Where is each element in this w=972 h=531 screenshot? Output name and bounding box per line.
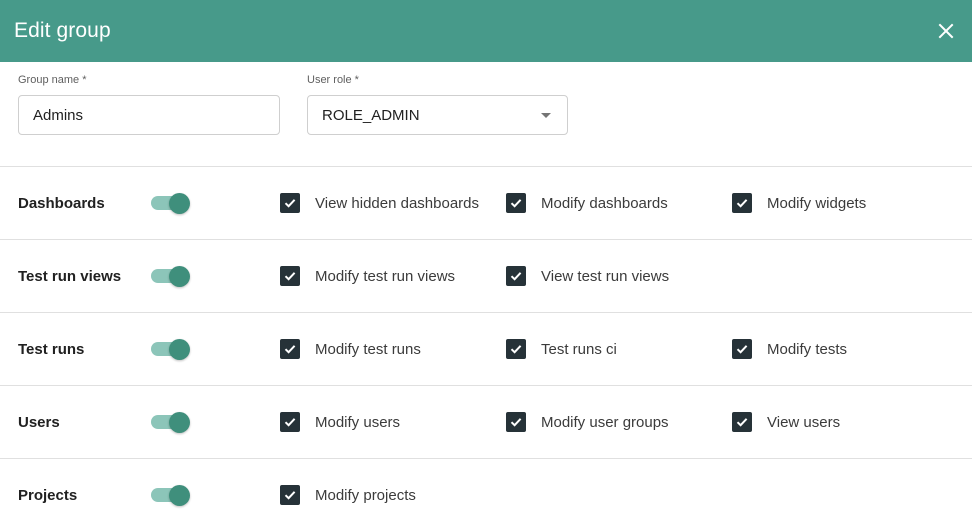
group-form: Group name * Admins User role * ROLE_ADM…	[0, 62, 972, 166]
permission-group-test-runs: Test runs Modify test runs Test runs ci …	[0, 312, 972, 385]
group-name-field: Group name * Admins	[18, 74, 280, 135]
check-icon	[506, 412, 526, 432]
permission-label: View test run views	[541, 267, 670, 285]
check-icon	[506, 339, 526, 359]
permission-group-users: Users Modify users Modify user groups Vi…	[0, 385, 972, 458]
permission-group-projects: Projects Modify projects	[0, 458, 972, 531]
permission-label: View hidden dashboards	[315, 194, 480, 212]
check-icon	[732, 339, 752, 359]
caret-down-icon	[541, 112, 551, 118]
permission-checkbox[interactable]: Modify tests	[732, 313, 847, 385]
group-name-value: Admins	[33, 106, 84, 124]
permission-checkbox[interactable]: Modify test runs	[280, 313, 421, 385]
user-role-field: User role * ROLE_ADMIN	[307, 74, 568, 135]
permission-label: View users	[767, 413, 841, 431]
permission-label: Modify test run views	[315, 267, 456, 285]
permission-checkbox[interactable]: View test run views	[506, 240, 669, 312]
check-icon	[732, 193, 752, 213]
permission-group-dashboards: Dashboards View hidden dashboards Modify…	[0, 166, 972, 239]
permission-group-test-run-views: Test run views Modify test run views Vie…	[0, 239, 972, 312]
permission-checkbox[interactable]: Modify projects	[280, 459, 416, 531]
permission-checkbox[interactable]: Test runs ci	[506, 313, 617, 385]
user-role-select[interactable]: ROLE_ADMIN	[307, 95, 568, 135]
check-icon	[280, 339, 300, 359]
permission-label: Test runs ci	[541, 340, 617, 358]
group-toggle[interactable]	[151, 266, 191, 287]
group-toggle[interactable]	[151, 193, 191, 214]
group-label: Test run views	[18, 267, 122, 285]
permission-checkbox[interactable]: Modify widgets	[732, 167, 866, 239]
permission-checkbox[interactable]: Modify test run views	[280, 240, 455, 312]
group-label: Test runs	[18, 340, 85, 358]
user-role-value: ROLE_ADMIN	[322, 106, 420, 124]
check-icon	[506, 266, 526, 286]
group-name-label: Group name *	[18, 74, 87, 86]
check-icon	[280, 412, 300, 432]
check-icon	[506, 193, 526, 213]
permission-checkbox[interactable]: Modify user groups	[506, 386, 669, 458]
check-icon	[732, 412, 752, 432]
permission-label: Modify dashboards	[541, 194, 668, 212]
group-toggle[interactable]	[151, 412, 191, 433]
dialog-header: Edit group	[0, 0, 972, 62]
permission-label: Modify test runs	[315, 340, 421, 358]
permission-checkbox[interactable]: View users	[732, 386, 840, 458]
permission-groups: Dashboards View hidden dashboards Modify…	[0, 166, 972, 531]
permission-label: Modify tests	[767, 340, 848, 358]
group-toggle[interactable]	[151, 339, 191, 360]
permission-checkbox[interactable]: View hidden dashboards	[280, 167, 479, 239]
group-name-input[interactable]: Admins	[18, 95, 280, 135]
user-role-label: User role *	[307, 74, 359, 86]
permission-label: Modify widgets	[767, 194, 867, 212]
group-label: Users	[18, 413, 60, 431]
group-label: Projects	[18, 486, 78, 504]
dialog-title: Edit group	[14, 19, 111, 42]
check-icon	[280, 193, 300, 213]
permission-label: Modify projects	[315, 486, 416, 504]
check-icon	[280, 485, 300, 505]
close-icon[interactable]	[934, 19, 958, 43]
permission-checkbox[interactable]: Modify dashboards	[506, 167, 668, 239]
permission-checkbox[interactable]: Modify users	[280, 386, 400, 458]
check-icon	[280, 266, 300, 286]
permission-label: Modify user groups	[541, 413, 669, 431]
group-label: Dashboards	[18, 194, 105, 212]
group-toggle[interactable]	[151, 485, 191, 506]
permission-label: Modify users	[315, 413, 401, 431]
